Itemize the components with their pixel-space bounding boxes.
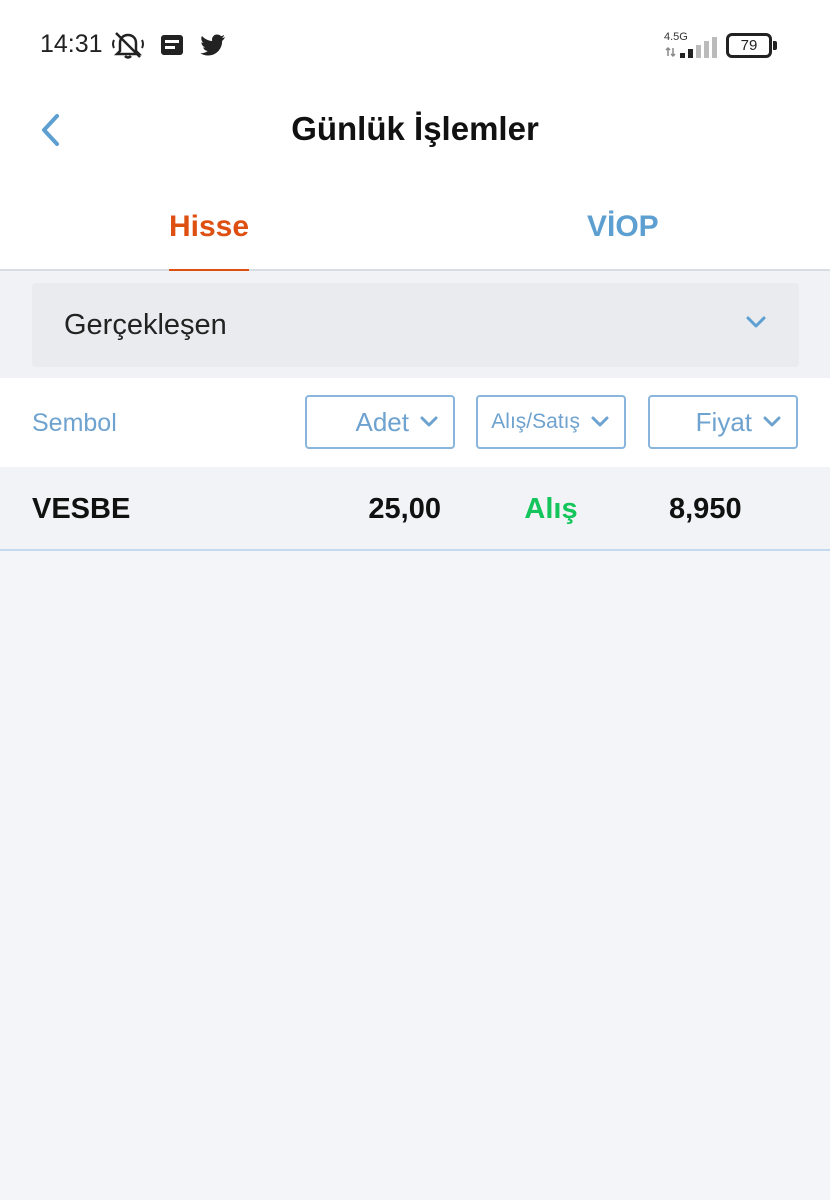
row-price: 8,950 xyxy=(669,493,742,525)
battery-level: 79 xyxy=(726,33,772,58)
tab-viop[interactable]: VİOP xyxy=(587,210,659,271)
battery-icon: 79 xyxy=(726,33,777,58)
row-symbol: VESBE xyxy=(32,493,131,525)
column-header: Sembol Adet Alış/Satış Fiyat xyxy=(0,378,830,467)
page-title: Günlük İşlemler xyxy=(291,110,539,147)
sort-price-button[interactable]: Fiyat xyxy=(648,395,798,449)
chevron-down-icon xyxy=(591,416,609,427)
sort-price-label: Fiyat xyxy=(695,406,752,437)
sort-quantity-label: Adet xyxy=(355,406,410,437)
signal-icon xyxy=(665,37,717,58)
chevron-down-icon xyxy=(763,416,781,427)
status-icons xyxy=(111,30,227,60)
column-symbol: Sembol xyxy=(32,409,117,437)
app-header: Günlük İşlemler xyxy=(0,92,830,180)
sort-quantity-button[interactable]: Adet xyxy=(305,395,455,449)
row-quantity: 25,00 xyxy=(368,493,441,525)
tab-bar: Hisse VİOP xyxy=(0,180,830,272)
notification-icon xyxy=(161,35,183,55)
chevron-down-icon xyxy=(420,416,438,427)
dropdown-selected-value: Gerçekleşen xyxy=(64,309,227,341)
filter-section: Gerçekleşen xyxy=(0,271,830,378)
status-bar: 14:31 4.5G 79 xyxy=(0,0,830,92)
status-time: 14:31 xyxy=(40,30,103,58)
tab-hisse[interactable]: Hisse xyxy=(169,210,250,272)
chevron-down-icon xyxy=(746,316,766,328)
bell-off-icon xyxy=(112,32,144,59)
table-row[interactable]: VESBE 25,00 Alış 8,950 xyxy=(0,467,830,551)
order-status-dropdown[interactable]: Gerçekleşen xyxy=(32,283,799,367)
sort-side-button[interactable]: Alış/Satış xyxy=(476,395,626,449)
sort-side-label: Alış/Satış xyxy=(491,410,580,433)
twitter-icon xyxy=(200,34,225,56)
row-side: Alış xyxy=(524,493,578,525)
